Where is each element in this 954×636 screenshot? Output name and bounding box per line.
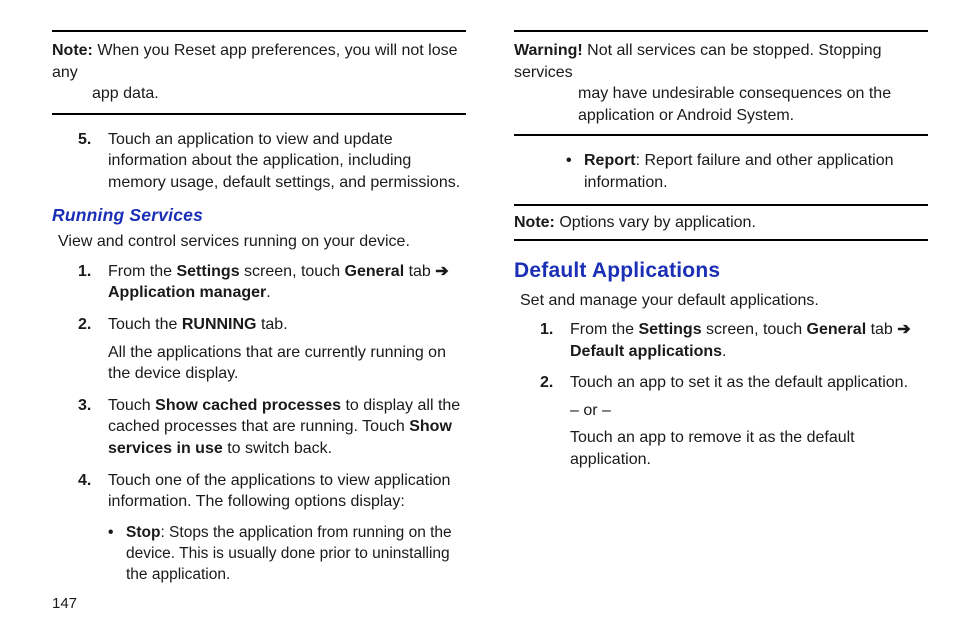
da2-or: – or – — [570, 400, 928, 422]
warning-box: Warning! Not all services can be stopped… — [514, 30, 928, 136]
step-5-text: Touch an application to view and update … — [108, 131, 460, 191]
da1-period: . — [722, 343, 726, 360]
rs2-b: tab. — [257, 316, 288, 333]
warn-line3: application or Android System. — [514, 105, 928, 127]
page-number: 147 — [52, 595, 77, 612]
rs1-tab: tab — [404, 263, 435, 280]
note-text-options: Options vary by application. — [555, 214, 756, 231]
note-text-1: When you Reset app preferences, you will… — [52, 42, 458, 81]
warn-line2: may have undesirable consequences on the — [514, 83, 928, 105]
warning-label: Warning! — [514, 42, 583, 59]
rs1-b: screen, touch — [240, 263, 345, 280]
da1-b: screen, touch — [702, 321, 807, 338]
da1-a: From the — [570, 321, 638, 338]
rs-step-1: From the Settings screen, touch General … — [52, 261, 466, 304]
da1-general: General — [807, 321, 867, 338]
da2-text: Touch an app to set it as the default ap… — [570, 374, 908, 391]
da2-alt: Touch an app to remove it as the default… — [570, 427, 928, 470]
rs-step-4: Touch one of the applications to view ap… — [52, 470, 466, 513]
default-apps-intro: Set and manage your default applications… — [520, 290, 928, 312]
bullet-report: Report: Report failure and other applica… — [514, 150, 928, 193]
rs2-a: Touch the — [108, 316, 182, 333]
note-text-2: app data. — [52, 83, 466, 105]
rs-step-3: Touch Show cached processes to display a… — [52, 395, 466, 460]
da1-settings: Settings — [638, 321, 701, 338]
note-reset-preferences: Note: When you Reset app preferences, yo… — [52, 30, 466, 115]
report-label: Report — [584, 152, 636, 169]
rs1-appmgr: Application manager — [108, 284, 266, 301]
rs1-a: From the — [108, 263, 176, 280]
note-options-vary: Note: Options vary by application. — [514, 204, 928, 242]
arrow-icon: ➔ — [435, 263, 448, 280]
da-step-1: From the Settings screen, touch General … — [514, 319, 928, 362]
right-column: Warning! Not all services can be stopped… — [514, 30, 928, 593]
bullet-stop: Stop: Stops the application from running… — [52, 523, 466, 586]
da-step-2: Touch an app to set it as the default ap… — [514, 372, 928, 470]
da1-defapps: Default applications — [570, 343, 722, 360]
rs1-period: . — [266, 284, 270, 301]
rs3-scp: Show cached processes — [155, 397, 341, 414]
heading-default-applications: Default Applications — [514, 257, 928, 285]
stop-label: Stop — [126, 524, 160, 541]
rs1-general: General — [345, 263, 405, 280]
rs-step-2: Touch the RUNNING tab. All the applicati… — [52, 314, 466, 385]
stop-text: : Stops the application from running on … — [126, 524, 452, 583]
rs1-settings: Settings — [176, 263, 239, 280]
rs2-body: All the applications that are currently … — [108, 342, 466, 385]
rs3-c: to switch back. — [223, 440, 332, 457]
rs2-running: RUNNING — [182, 316, 257, 333]
step-5: Touch an application to view and update … — [52, 129, 466, 194]
rs4-text: Touch one of the applications to view ap… — [108, 472, 450, 511]
arrow-icon-2: ➔ — [897, 321, 910, 338]
rs3-a: Touch — [108, 397, 155, 414]
da1-tab: tab — [866, 321, 897, 338]
left-column: Note: When you Reset app preferences, yo… — [52, 30, 466, 593]
note-label: Note: — [52, 42, 93, 59]
running-services-intro: View and control services running on you… — [58, 231, 466, 253]
note-label-2: Note: — [514, 214, 555, 231]
heading-running-services: Running Services — [52, 204, 466, 228]
